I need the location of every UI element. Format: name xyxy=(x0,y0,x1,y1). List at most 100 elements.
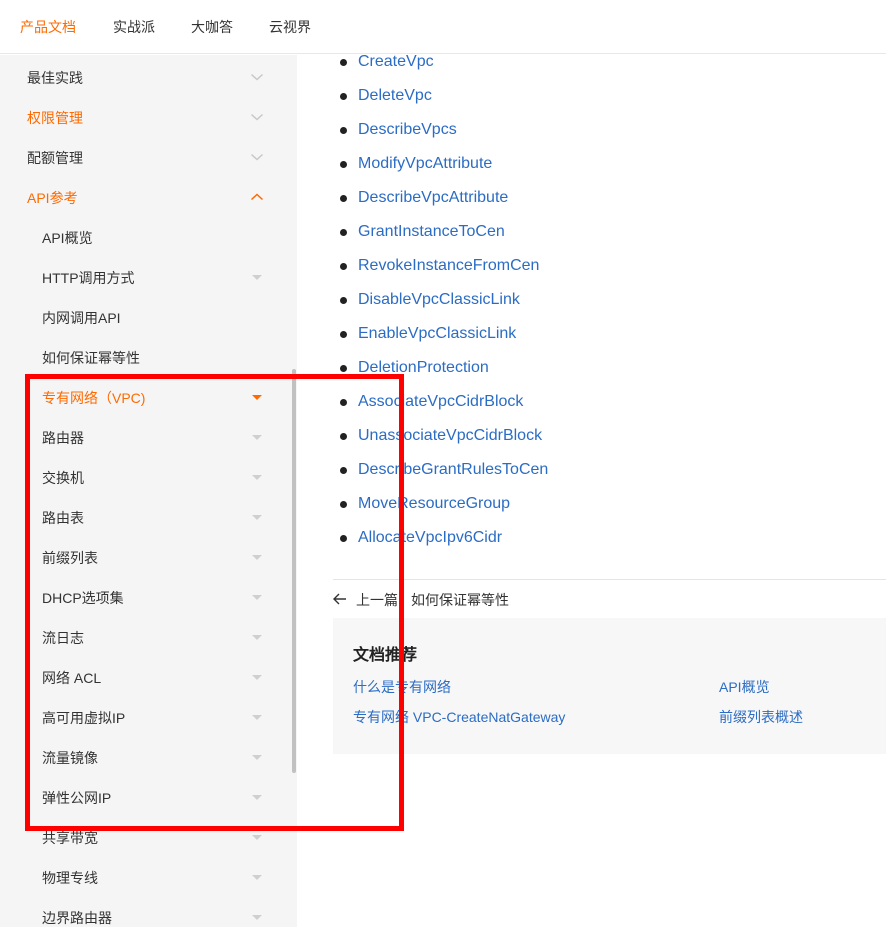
api-link[interactable]: CreateVpc xyxy=(358,52,434,72)
sidebar-scrollbar[interactable] xyxy=(292,369,296,773)
caret-down-icon[interactable] xyxy=(250,792,264,802)
caret-down-icon[interactable] xyxy=(250,392,264,402)
caret-down-icon[interactable] xyxy=(250,872,264,882)
sidebar-item-label: 最佳实践 xyxy=(27,70,83,86)
sidebar-item[interactable]: 内网调用API xyxy=(0,298,280,338)
sidebar-item-label: 配额管理 xyxy=(27,150,83,166)
sidebar-item[interactable]: 网络 ACL xyxy=(0,658,280,698)
caret-down-icon[interactable] xyxy=(250,632,264,642)
caret-down-icon[interactable] xyxy=(250,832,264,842)
bullet-icon xyxy=(340,161,347,168)
sidebar-item-label: 物理专线 xyxy=(42,870,98,886)
caret-down-icon[interactable] xyxy=(250,912,264,922)
api-list-item: AllocateVpcIpv6Cidr xyxy=(340,522,660,556)
tab-cloud-view[interactable]: 云视界 xyxy=(269,0,311,54)
bullet-icon xyxy=(340,433,347,440)
bullet-icon xyxy=(340,535,347,542)
sidebar-item-label: 边界路由器 xyxy=(42,910,112,926)
chevron-up-icon[interactable] xyxy=(250,192,264,202)
caret-down-icon[interactable] xyxy=(250,712,264,722)
sidebar-item[interactable]: 前缀列表 xyxy=(0,538,280,578)
chevron-down-icon[interactable] xyxy=(250,72,264,82)
api-link[interactable]: EnableVpcClassicLink xyxy=(358,324,516,344)
recommended-link[interactable]: 专有网络 VPC-CreateNatGateway xyxy=(353,707,565,727)
sidebar-item-label: 前缀列表 xyxy=(42,550,98,566)
sidebar-item[interactable]: 路由表 xyxy=(0,498,280,538)
caret-down-icon[interactable] xyxy=(250,752,264,762)
sidebar-item[interactable]: API参考 xyxy=(0,178,280,218)
bullet-icon xyxy=(340,501,347,508)
sidebar-item-label: DHCP选项集 xyxy=(42,590,124,606)
chevron-down-icon[interactable] xyxy=(250,112,264,122)
sidebar-item-label: 共享带宽 xyxy=(42,830,98,846)
sidebar-item[interactable]: 权限管理 xyxy=(0,98,280,138)
api-list-item: DeletionProtection xyxy=(340,352,660,386)
caret-down-icon[interactable] xyxy=(250,672,264,682)
tab-product-docs[interactable]: 产品文档 xyxy=(20,0,76,54)
api-link[interactable]: ModifyVpcAttribute xyxy=(358,154,492,174)
caret-down-icon[interactable] xyxy=(250,512,264,522)
sidebar-item[interactable]: HTTP调用方式 xyxy=(0,258,280,298)
api-link[interactable]: DescribeVpcs xyxy=(358,120,457,140)
previous-article-title[interactable]: 如何保证幂等性 xyxy=(411,590,509,610)
api-link[interactable]: AllocateVpcIpv6Cidr xyxy=(358,528,502,548)
sidebar-item[interactable]: 路由器 xyxy=(0,418,280,458)
api-link[interactable]: GrantInstanceToCen xyxy=(358,222,505,242)
sidebar-item[interactable]: 流日志 xyxy=(0,618,280,658)
api-list-item: DescribeGrantRulesToCen xyxy=(340,454,660,488)
api-link[interactable]: DeleteVpc xyxy=(358,86,432,106)
api-list-item: EnableVpcClassicLink xyxy=(340,318,660,352)
caret-down-icon[interactable] xyxy=(250,472,264,482)
sidebar-item[interactable]: 交换机 xyxy=(0,458,280,498)
sidebar-item[interactable]: 专有网络（VPC) xyxy=(0,378,280,418)
bullet-icon xyxy=(340,467,347,474)
caret-down-icon[interactable] xyxy=(250,592,264,602)
sidebar-item-label: 权限管理 xyxy=(27,110,83,126)
bullet-icon xyxy=(340,93,347,100)
api-link[interactable]: DeletionProtection xyxy=(358,358,489,378)
tab-expert-qa[interactable]: 大咖答 xyxy=(191,0,233,54)
sidebar-item-label: 专有网络（VPC) xyxy=(42,390,146,406)
sidebar-item[interactable]: 弹性公网IP xyxy=(0,778,280,818)
api-link[interactable]: RevokeInstanceFromCen xyxy=(358,256,539,276)
sidebar-item[interactable]: API概览 xyxy=(0,218,280,258)
api-link[interactable]: DescribeGrantRulesToCen xyxy=(358,460,548,480)
caret-down-icon[interactable] xyxy=(250,552,264,562)
sidebar-item[interactable]: DHCP选项集 xyxy=(0,578,280,618)
api-list-item: DescribeVpcs xyxy=(340,114,660,148)
chevron-down-icon[interactable] xyxy=(250,152,264,162)
recommended-link[interactable]: 什么是专有网络 xyxy=(353,677,451,697)
recommended-link[interactable]: API概览 xyxy=(719,677,770,697)
sidebar-item[interactable]: 边界路由器 xyxy=(0,898,280,927)
api-list-item: CreateVpc xyxy=(340,46,660,80)
arrow-left-icon xyxy=(333,592,347,610)
api-list-item: GrantInstanceToCen xyxy=(340,216,660,250)
sidebar-item-label: API参考 xyxy=(27,190,78,206)
sidebar-item[interactable]: 物理专线 xyxy=(0,858,280,898)
api-link[interactable]: MoveResourceGroup xyxy=(358,494,510,514)
sidebar-item-label: HTTP调用方式 xyxy=(42,270,135,286)
sidebar-item-label: 路由表 xyxy=(42,510,84,526)
sidebar-item[interactable]: 如何保证幂等性 xyxy=(0,338,280,378)
api-link[interactable]: DescribeVpcAttribute xyxy=(358,188,508,208)
sidebar-item[interactable]: 高可用虚拟IP xyxy=(0,698,280,738)
sidebar-item[interactable]: 共享带宽 xyxy=(0,818,280,858)
tab-practice[interactable]: 实战派 xyxy=(113,0,155,54)
sidebar-item-label: 流量镜像 xyxy=(42,750,98,766)
api-list-item: RevokeInstanceFromCen xyxy=(340,250,660,284)
sidebar-item[interactable]: 最佳实践 xyxy=(0,58,280,98)
api-link[interactable]: UnassociateVpcCidrBlock xyxy=(358,426,542,446)
api-link[interactable]: DisableVpcClassicLink xyxy=(358,290,520,310)
bullet-icon xyxy=(340,297,347,304)
recommended-link[interactable]: 前缀列表概述 xyxy=(719,707,803,727)
caret-down-icon[interactable] xyxy=(250,272,264,282)
sidebar-item[interactable]: 流量镜像 xyxy=(0,738,280,778)
caret-down-icon[interactable] xyxy=(250,432,264,442)
sidebar-item-label: 内网调用API xyxy=(42,310,121,326)
api-list-item: UnassociateVpcCidrBlock xyxy=(340,420,660,454)
sidebar: 最佳实践权限管理配额管理 API参考 API概览 HTTP调用方式 内网调用API 如何保… xyxy=(0,55,297,927)
sidebar-item-label: 流日志 xyxy=(42,630,84,646)
sidebar-item-label: 高可用虚拟IP xyxy=(42,710,126,726)
sidebar-item[interactable]: 配额管理 xyxy=(0,138,280,178)
api-link[interactable]: AssociateVpcCidrBlock xyxy=(358,392,523,412)
